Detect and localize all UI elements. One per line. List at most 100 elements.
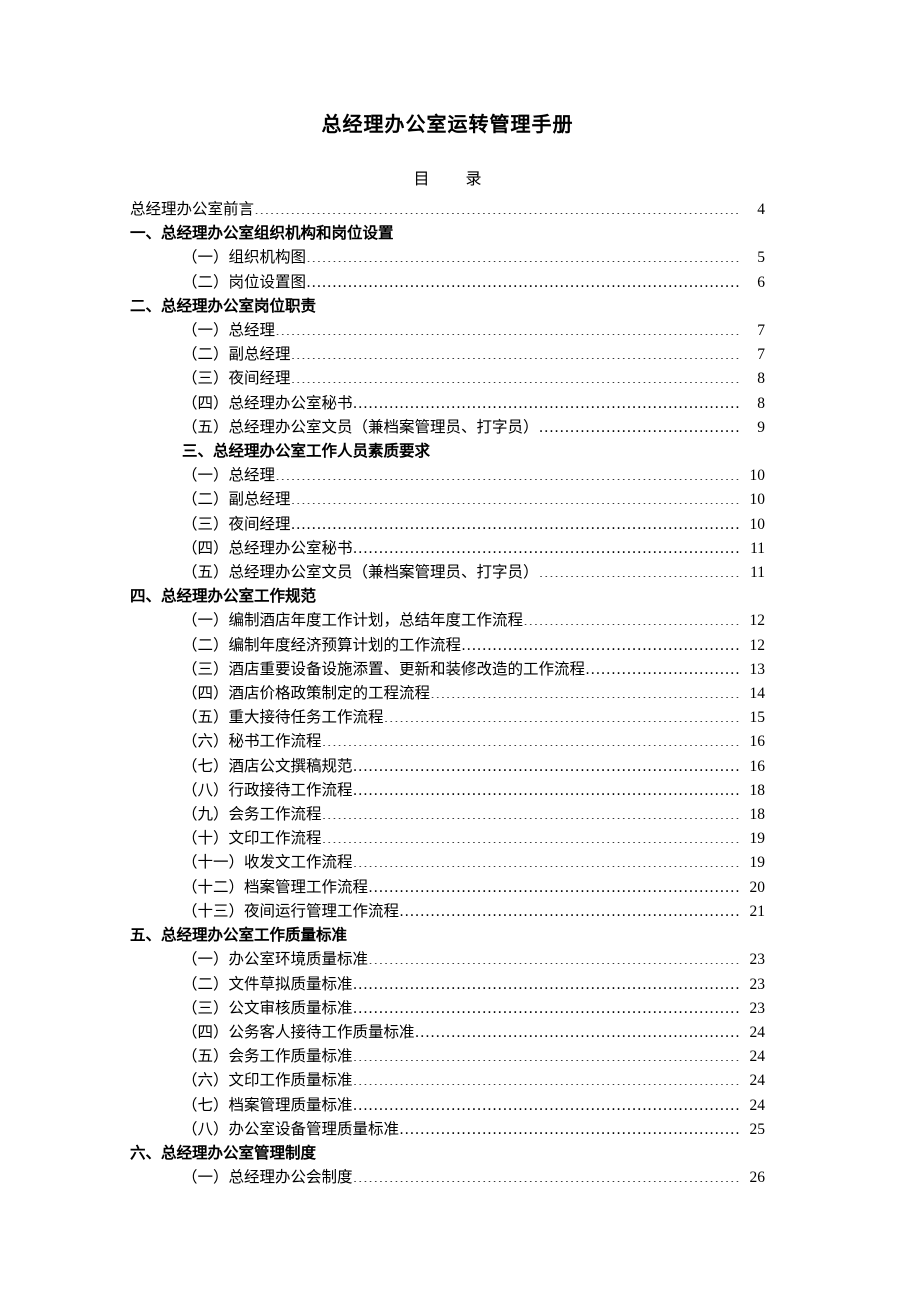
toc-page-number: 8: [739, 392, 765, 416]
toc-entry: （二）副总经理 7: [182, 343, 765, 367]
toc-leader-dots: [353, 755, 739, 771]
toc-page-number: 18: [739, 779, 765, 803]
toc-entry: （三）夜间经理10: [182, 513, 765, 537]
toc-entry: （一）总经理 10: [182, 464, 765, 488]
toc-entry-label: （一）总经理: [182, 464, 275, 488]
toc-entry-label: （五）总经理办公室文员（兼档案管理员、打字员）: [182, 416, 539, 440]
toc-entry-label: 总经理办公室前言: [130, 198, 254, 222]
toc-page-number: 21: [739, 900, 765, 924]
toc-section-heading: 四、总经理办公室工作规范: [130, 585, 765, 609]
toc-entry: （七）酒店公文撰稿规范16: [182, 755, 765, 779]
toc-leader-dots: [322, 731, 739, 747]
toc-leader-dots: [291, 368, 739, 384]
toc-page-number: 20: [739, 876, 765, 900]
toc-entry: （二）编制年度经济预算计划的工作流程 12: [182, 634, 765, 658]
toc-leader-dots: [254, 199, 739, 215]
document-page: 总经理办公室运转管理手册 目录 总经理办公室前言4一、总经理办公室组织机构和岗位…: [0, 0, 920, 1302]
toc-entry: 总经理办公室前言 4: [130, 198, 765, 222]
toc-entry-label: （十三）夜间运行管理工作流程: [182, 900, 399, 924]
toc-entry: （五）总经理办公室文员（兼档案管理员、打字员） 9: [182, 416, 765, 440]
toc-heading-left: 目: [413, 171, 429, 188]
toc-heading-right: 录: [466, 171, 482, 188]
toc-entry-label: （二）副总经理: [182, 343, 291, 367]
toc-entry-label: （六）秘书工作流程: [182, 730, 322, 754]
toc-entry-label: （十一）收发文工作流程: [182, 851, 353, 875]
toc-entry-label: 一、总经理办公室组织机构和岗位设置: [130, 222, 394, 246]
toc-entry-label: 五、总经理办公室工作质量标准: [130, 924, 347, 948]
toc-entry-label: （二）编制年度经济预算计划的工作流程: [182, 634, 461, 658]
toc-entry: （二）岗位设置图6: [182, 271, 765, 295]
toc-entry-label: （五）重大接待任务工作流程: [182, 706, 384, 730]
toc-entry: （五）重大接待任务工作流程15: [182, 706, 765, 730]
toc-entry-label: （五）总经理办公室文员（兼档案管理员、打字员）: [182, 561, 539, 585]
toc-section-heading: 六、总经理办公室管理制度: [130, 1142, 765, 1166]
toc-page-number: 13: [739, 658, 765, 682]
toc-page-number: 10: [739, 464, 765, 488]
toc-entry-label: （八）办公室设备管理质量标准: [182, 1118, 399, 1142]
toc-page-number: 23: [739, 948, 765, 972]
toc-entry-label: （九）会务工作流程: [182, 803, 322, 827]
toc-entry: （一）办公室环境质量标准23: [182, 948, 765, 972]
toc-leader-dots: [353, 1046, 739, 1062]
toc-entry-label: （十二）档案管理工作流程: [182, 876, 368, 900]
toc-entry-label: （六）文印工作质量标准: [182, 1069, 353, 1093]
toc-entry-label: （四）酒店价格政策制定的工程流程: [182, 682, 430, 706]
toc-entry-label: （五）会务工作质量标准: [182, 1045, 353, 1069]
toc-page-number: 4: [739, 198, 765, 222]
toc-page-number: 7: [739, 319, 765, 343]
toc-page-number: 16: [739, 730, 765, 754]
toc-page-number: 25: [739, 1118, 765, 1142]
toc-section-heading: 五、总经理办公室工作质量标准: [130, 924, 765, 948]
toc-entry: （十二）档案管理工作流程 20: [182, 876, 765, 900]
toc-entry-label: 六、总经理办公室管理制度: [130, 1142, 316, 1166]
toc-entry: （八）办公室设备管理质量标准 25: [182, 1118, 765, 1142]
toc-entry-label: （八）行政接待工作流程: [182, 779, 353, 803]
toc-leader-dots: [399, 1118, 739, 1134]
toc-entry: （四）酒店价格政策制定的工程流程14: [182, 682, 765, 706]
toc-page-number: 24: [739, 1021, 765, 1045]
toc-page-number: 12: [739, 609, 765, 633]
toc-page-number: 18: [739, 803, 765, 827]
toc-leader-dots: [291, 513, 739, 529]
toc-page-number: 24: [739, 1069, 765, 1093]
toc-entry-label: （三）公文审核质量标准: [182, 997, 353, 1021]
toc-entry: （三）酒店重要设备设施添置、更新和装修改造的工作流程13: [182, 658, 765, 682]
toc-leader-dots: [291, 344, 739, 360]
toc-leader-dots: [291, 489, 739, 505]
toc-entry-label: （七）档案管理质量标准: [182, 1094, 353, 1118]
toc-entry-label: （二）文件草拟质量标准: [182, 973, 353, 997]
toc-entry-label: （一）总经理办公会制度: [182, 1166, 353, 1190]
toc-entry: （八）行政接待工作流程 18: [182, 779, 765, 803]
toc-page-number: 26: [739, 1166, 765, 1190]
toc-leader-dots: [353, 537, 739, 553]
toc-entry: （三）公文审核质量标准23: [182, 997, 765, 1021]
toc-entry: （六）文印工作质量标准 24: [182, 1069, 765, 1093]
toc-leader-dots: [384, 707, 739, 723]
toc-leader-dots: [353, 392, 739, 408]
toc-leader-dots: [353, 973, 739, 989]
toc-leader-dots: [275, 320, 739, 336]
toc-entry-label: （一）总经理: [182, 319, 275, 343]
toc-entry-label: （三）夜间经理: [182, 367, 291, 391]
toc-page-number: 12: [739, 634, 765, 658]
toc-page-number: 6: [739, 271, 765, 295]
toc-entry: （五）会务工作质量标准 24: [182, 1045, 765, 1069]
toc-entry: （一）总经理 7: [182, 319, 765, 343]
toc-page-number: 24: [739, 1045, 765, 1069]
toc-leader-dots: [523, 610, 739, 626]
toc-page-number: 9: [739, 416, 765, 440]
toc-entry: （一）总经理办公会制度 26: [182, 1166, 765, 1190]
toc-entry: （五）总经理办公室文员（兼档案管理员、打字员）11: [182, 561, 765, 585]
toc-page-number: 5: [739, 246, 765, 270]
toc-heading: 目录: [130, 168, 765, 192]
toc-leader-dots: [353, 1070, 739, 1086]
toc-entry: （十一）收发文工作流程19: [182, 851, 765, 875]
toc-leader-dots: [430, 683, 739, 699]
toc-page-number: 11: [739, 537, 765, 561]
toc-leader-dots: [322, 828, 739, 844]
toc-page-number: 7: [739, 343, 765, 367]
toc-entry-label: （七）酒店公文撰稿规范: [182, 755, 353, 779]
toc-entry-label: 三、总经理办公室工作人员素质要求: [182, 440, 430, 464]
toc-entry: （三）夜间经理8: [182, 367, 765, 391]
toc-entry: （十）文印工作流程19: [182, 827, 765, 851]
